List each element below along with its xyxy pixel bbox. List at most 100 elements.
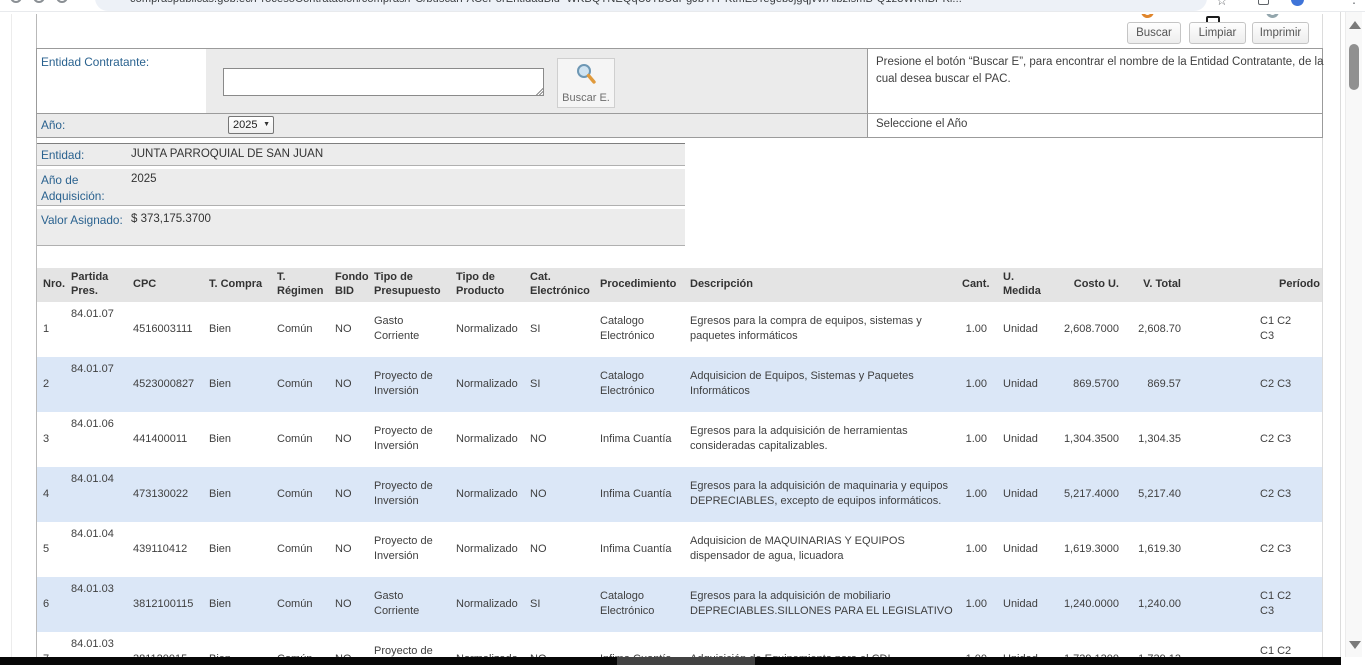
buscar-e-button[interactable]: Buscar E. — [557, 58, 615, 108]
cell-cat_electronico: NO — [526, 522, 596, 577]
cell-tipo_producto: Normalizado — [452, 357, 526, 412]
cell-cant: 1.00 — [958, 467, 990, 522]
periodo-value: C2 C3 — [1260, 487, 1304, 502]
year-select[interactable]: 2025 ▼ — [228, 116, 274, 134]
periodo-value: C2 C3 — [1260, 377, 1304, 392]
cell-partida: 84.01.07 — [67, 357, 129, 412]
buscar-e-label: Buscar E. — [558, 92, 614, 104]
entity-info-value: 2025 — [129, 169, 685, 205]
cell-tipo_producto: Normalizado — [452, 577, 526, 632]
refresh-icon[interactable] — [56, 0, 68, 3]
header-descripcion: Descripción — [686, 268, 958, 302]
header-periodo: Período — [1184, 268, 1322, 302]
cell-procedimiento: Catalogo Electrónico — [596, 302, 686, 357]
pac-table-header-row: Nro.Partida Pres.CPCT. CompraT. RégimenF… — [37, 268, 1322, 302]
year-row-area — [37, 114, 867, 137]
periodo-value: C1 C2 C3 — [1260, 314, 1304, 344]
header-cat_electronico: Cat. Electrónico — [526, 268, 596, 302]
cell-t_regimen: Común — [273, 467, 331, 522]
cell-cant: 1.00 — [958, 302, 990, 357]
outer-border-line — [11, 14, 12, 657]
cell-t_compra: Bien — [205, 522, 273, 577]
textarea-resize-handle[interactable] — [534, 87, 543, 96]
header-nro: Nro. — [37, 268, 67, 302]
cell-fondo_bid: NO — [331, 522, 370, 577]
cell-fondo_bid: NO — [331, 357, 370, 412]
cell-costo_u: 2,608.7000 — [1052, 302, 1122, 357]
cell-tipo_presupuesto: Proyecto de Inversión — [370, 412, 452, 467]
pac-table: Nro.Partida Pres.CPCT. CompraT. RégimenF… — [37, 268, 1322, 665]
limpiar-button[interactable]: Limpiar — [1189, 22, 1246, 44]
form-row-divider — [37, 113, 1322, 114]
header-u_medida: U. Medida — [990, 268, 1052, 302]
imprimir-button[interactable]: Imprimir — [1252, 22, 1309, 44]
cell-t_compra: Bien — [205, 467, 273, 522]
cell-tipo_producto: Normalizado — [452, 522, 526, 577]
pac-table-row: 184.01.074516003111BienComúnNOGasto Corr… — [37, 302, 1322, 357]
header-cant: Cant. — [958, 268, 990, 302]
vertical-scrollbar[interactable] — [1345, 12, 1362, 657]
cell-partida: 84.01.04 — [67, 467, 129, 522]
cell-cant: 1.00 — [958, 412, 990, 467]
entity-info-row: Valor Asignado: $ 373,175.3700 — [37, 209, 685, 246]
cell-tipo_presupuesto: Proyecto de Inversión — [370, 522, 452, 577]
entity-info-panel: Entidad: JUNTA PARROQUIAL DE SAN JUAN Añ… — [37, 143, 685, 249]
cell-tipo_producto: Normalizado — [452, 467, 526, 522]
cell-periodo: C1 C2 C3 — [1184, 577, 1322, 632]
cell-t_compra: Bien — [205, 302, 273, 357]
pac-table-row: 584.01.04439110412BienComúnNOProyecto de… — [37, 522, 1322, 577]
scrollbar-thumb[interactable] — [1349, 44, 1359, 90]
pac-search-form: Entidad Contratante: Buscar E. Año: 2025… — [36, 48, 1323, 138]
cell-partida: 84.01.07 — [67, 302, 129, 357]
back-icon[interactable] — [10, 0, 22, 3]
cell-procedimiento: Catalogo Electrónico — [596, 577, 686, 632]
browser-menu-icon[interactable]: ⋮ — [1348, 0, 1360, 6]
browser-toolbar: compraspublicas.gob.ec/ProcesoContrataci… — [0, 0, 1365, 12]
header-tipo_producto: Tipo de Producto — [452, 268, 526, 302]
cell-u_medida: Unidad — [990, 577, 1052, 632]
cell-v_total: 2,608.70 — [1122, 302, 1184, 357]
bookmark-star-icon[interactable]: ☆ — [1216, 0, 1228, 9]
pac-table-row: 484.01.04473130022BienComúnNOProyecto de… — [37, 467, 1322, 522]
cell-u_medida: Unidad — [990, 522, 1052, 577]
entidad-contratante-label: Entidad Contratante: — [41, 55, 149, 69]
cell-v_total: 5,217.40 — [1122, 467, 1184, 522]
cell-tipo_presupuesto: Proyecto de Inversión — [370, 357, 452, 412]
cell-t_compra: Bien — [205, 577, 273, 632]
cell-nro: 6 — [37, 577, 67, 632]
cell-cant: 1.00 — [958, 522, 990, 577]
cell-cant: 1.00 — [958, 577, 990, 632]
cell-descripcion: Egresos para la adquisición de mobiliari… — [686, 577, 958, 632]
cell-t_regimen: Común — [273, 302, 331, 357]
periodo-value: C2 C3 — [1260, 432, 1304, 447]
cell-cpc: 473130022 — [129, 467, 205, 522]
periodo-value: C1 C2 C3 — [1260, 589, 1304, 619]
side-panel-icon[interactable] — [1258, 0, 1269, 5]
cell-cat_electronico: SI — [526, 302, 596, 357]
cell-t_regimen: Común — [273, 412, 331, 467]
cell-cat_electronico: SI — [526, 357, 596, 412]
cell-tipo_presupuesto: Gasto Corriente — [370, 302, 452, 357]
url-text: compraspublicas.gob.ec/ProcesoContrataci… — [130, 0, 962, 5]
cell-u_medida: Unidad — [990, 467, 1052, 522]
cell-partida: 84.01.03 — [67, 577, 129, 632]
cell-procedimiento: Infima Cuantía — [596, 412, 686, 467]
cell-cat_electronico: NO — [526, 412, 596, 467]
bottom-bar — [0, 657, 1341, 665]
address-bar[interactable]: compraspublicas.gob.ec/ProcesoContrataci… — [95, 0, 1207, 11]
forward-icon[interactable] — [33, 0, 45, 3]
buscar-button[interactable]: Buscar — [1127, 22, 1181, 44]
profile-avatar[interactable] — [1291, 0, 1304, 6]
cell-partida: 84.01.04 — [67, 522, 129, 577]
entidad-contratante-input[interactable] — [223, 68, 544, 96]
scroll-up-icon[interactable] — [1349, 21, 1361, 29]
scroll-down-icon[interactable] — [1349, 641, 1361, 649]
cell-periodo: C2 C3 — [1184, 357, 1322, 412]
cell-nro: 3 — [37, 412, 67, 467]
pac-table-row: 284.01.074523000827BienComúnNOProyecto d… — [37, 357, 1322, 412]
header-tipo_presupuesto: Tipo de Presupuesto — [370, 268, 452, 302]
cell-cpc: 439110412 — [129, 522, 205, 577]
cell-nro: 4 — [37, 467, 67, 522]
header-costo_u: Costo U. — [1052, 268, 1122, 302]
bottom-bar-segment — [617, 657, 755, 665]
